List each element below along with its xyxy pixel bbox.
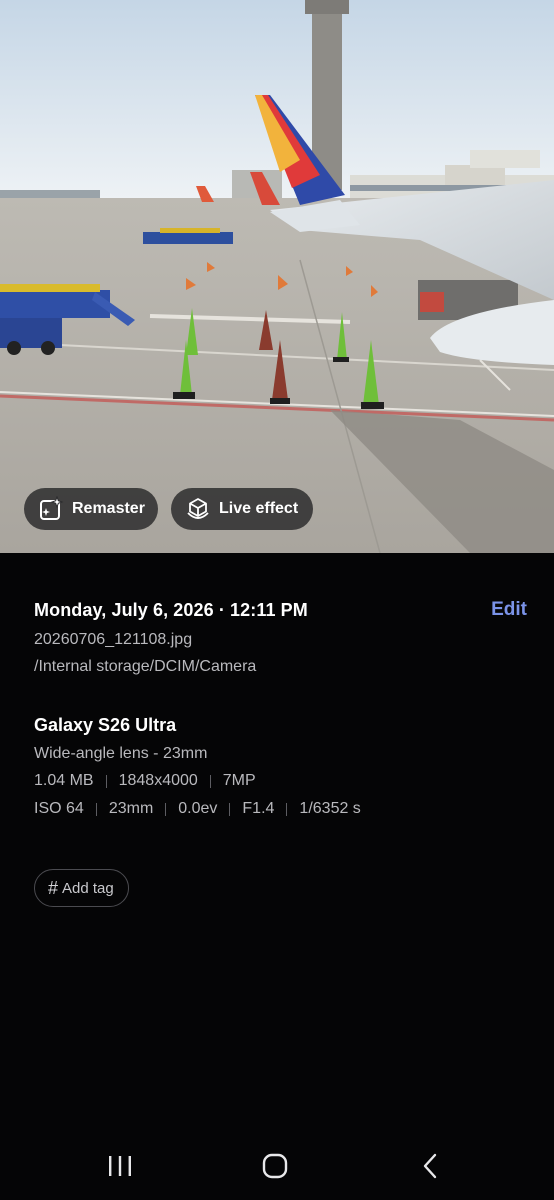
remaster-sparkle-icon <box>38 496 64 522</box>
home-button[interactable] <box>245 1146 305 1186</box>
remaster-label: Remaster <box>72 500 145 517</box>
file-name: 20260706_121108.jpg <box>34 631 193 648</box>
edit-button[interactable]: Edit <box>491 599 527 621</box>
divider <box>95 802 97 816</box>
hash-icon: # <box>48 877 59 898</box>
airport-photo <box>0 0 554 553</box>
add-tag-button[interactable]: # Add tag <box>34 869 129 907</box>
photo-details: Monday, July 6, 2026 · 12:11 PM Edit 202… <box>34 596 527 823</box>
live-effect-button[interactable]: Live effect <box>171 488 313 530</box>
divider <box>229 802 231 816</box>
home-icon <box>262 1153 288 1179</box>
device-name: Galaxy S26 Ultra <box>34 715 177 735</box>
date-row: Monday, July 6, 2026 · 12:11 PM Edit <box>34 596 527 624</box>
photo-datetime[interactable]: Monday, July 6, 2026 · 12:11 PM <box>34 600 308 621</box>
divider <box>165 802 167 816</box>
add-tag-label: Add tag <box>62 879 114 897</box>
file-info-row: 1.04 MB 1848x4000 7MP <box>34 767 520 795</box>
shutter-speed: 1/6352 s <box>299 800 361 817</box>
exposure-info-row: ISO 64 23mm 0.0ev F1.4 1/6352 s <box>34 795 520 823</box>
divider <box>105 774 107 788</box>
exposure-value: 0.0ev <box>178 800 218 817</box>
lens-info: Wide-angle lens - 23mm <box>34 745 208 762</box>
live-effect-cube-icon <box>185 496 211 522</box>
divider <box>286 802 288 816</box>
resolution: 1848x4000 <box>118 772 198 789</box>
remaster-button[interactable]: Remaster <box>24 488 158 530</box>
iso: ISO 64 <box>34 800 84 817</box>
focal-length: 23mm <box>108 800 154 817</box>
file-path: /Internal storage/DCIM/Camera <box>34 658 257 675</box>
back-icon <box>423 1153 437 1179</box>
photo-preview[interactable]: Remaster Live effect <box>0 0 554 553</box>
recents-button[interactable] <box>90 1146 150 1186</box>
divider <box>209 774 211 788</box>
system-navigation-bar <box>0 1130 554 1200</box>
megapixels: 7MP <box>222 772 256 789</box>
aperture: F1.4 <box>242 800 275 817</box>
back-button[interactable] <box>400 1146 460 1186</box>
file-size: 1.04 MB <box>34 772 94 789</box>
recents-icon <box>109 1156 131 1176</box>
live-effect-label: Live effect <box>219 500 299 517</box>
